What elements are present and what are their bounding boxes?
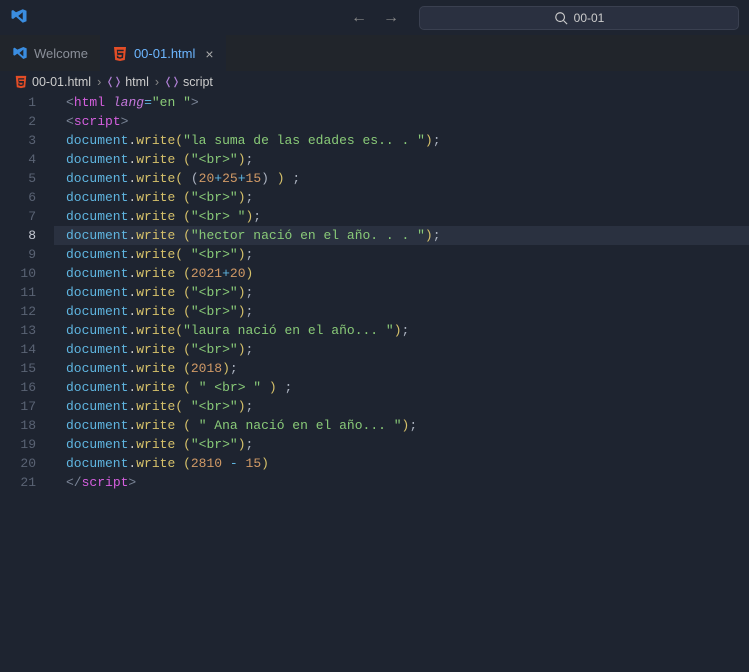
line-number: 4 <box>0 150 36 169</box>
line-number: 2 <box>0 112 36 131</box>
code-line: document.write ( " Ana nació en el año..… <box>66 416 749 435</box>
code-line: document.write (2021+20) <box>66 264 749 283</box>
command-center-search[interactable]: 00-01 <box>419 6 739 30</box>
vscode-icon <box>12 45 28 61</box>
line-number: 6 <box>0 188 36 207</box>
tab-label: Welcome <box>34 46 88 61</box>
search-text: 00-01 <box>574 11 605 25</box>
html5-icon <box>14 75 28 89</box>
code-line: document.write("la suma de las edades es… <box>66 131 749 150</box>
brackets-icon <box>165 75 179 89</box>
code-line: document.write ("<br>"); <box>66 188 749 207</box>
line-number: 21 <box>0 473 36 492</box>
line-number: 18 <box>0 416 36 435</box>
nav-back-icon[interactable]: ← <box>347 7 371 29</box>
editor-tabs: Welcome 00-01.html × <box>0 35 749 71</box>
code-line-current: document.write ("hector nació en el año.… <box>54 226 749 245</box>
line-number-current: 8 <box>0 226 36 245</box>
line-number: 7 <box>0 207 36 226</box>
line-number: 20 <box>0 454 36 473</box>
titlebar: ← → 00-01 <box>0 0 749 35</box>
line-number: 17 <box>0 397 36 416</box>
code-line: document.write ( " <br> " ) ; <box>66 378 749 397</box>
editor[interactable]: 1 2 3 4 5 6 7 8 9 10 11 12 13 14 15 16 1… <box>0 93 749 492</box>
tab-file-active[interactable]: 00-01.html × <box>100 35 226 71</box>
line-number: 15 <box>0 359 36 378</box>
line-number: 3 <box>0 131 36 150</box>
code-line: document.write( "<br>"); <box>66 245 749 264</box>
search-icon <box>554 11 568 25</box>
line-number: 1 <box>0 93 36 112</box>
breadcrumb-file[interactable]: 00-01.html <box>32 75 91 89</box>
code-area[interactable]: <html lang="en "> <script> document.writ… <box>54 93 749 492</box>
code-line: document.write ("<br>"); <box>66 283 749 302</box>
line-number: 12 <box>0 302 36 321</box>
close-icon[interactable]: × <box>205 46 213 62</box>
code-line: document.write ("<br>"); <box>66 435 749 454</box>
code-line: document.write ("<br>"); <box>66 302 749 321</box>
code-line: document.write ("<br>"); <box>66 150 749 169</box>
line-number-gutter: 1 2 3 4 5 6 7 8 9 10 11 12 13 14 15 16 1… <box>0 93 54 492</box>
code-line: document.write ("<br> "); <box>66 207 749 226</box>
line-number: 11 <box>0 283 36 302</box>
breadcrumb-script[interactable]: script <box>183 75 213 89</box>
code-line: document.write("laura nació en el año...… <box>66 321 749 340</box>
line-number: 16 <box>0 378 36 397</box>
line-number: 10 <box>0 264 36 283</box>
code-line: </script> <box>66 473 749 492</box>
breadcrumbs[interactable]: 00-01.html › html › script <box>0 71 749 93</box>
nav-forward-icon[interactable]: → <box>379 7 403 29</box>
code-line: <html lang="en "> <box>66 93 749 112</box>
tab-welcome[interactable]: Welcome <box>0 35 100 71</box>
line-number: 5 <box>0 169 36 188</box>
line-number: 14 <box>0 340 36 359</box>
line-number: 19 <box>0 435 36 454</box>
brackets-icon <box>107 75 121 89</box>
vscode-logo <box>10 7 28 28</box>
tab-label: 00-01.html <box>134 46 195 61</box>
code-line: document.write (2810 - 15) <box>66 454 749 473</box>
code-line: document.write ("<br>"); <box>66 340 749 359</box>
code-line: document.write( (20+25+15) ) ; <box>66 169 749 188</box>
chevron-right-icon: › <box>97 75 101 89</box>
chevron-right-icon: › <box>155 75 159 89</box>
breadcrumb-html[interactable]: html <box>125 75 149 89</box>
code-line: document.write (2018); <box>66 359 749 378</box>
code-line: <script> <box>66 112 749 131</box>
html5-icon <box>112 46 128 62</box>
code-line: document.write( "<br>"); <box>66 397 749 416</box>
line-number: 9 <box>0 245 36 264</box>
line-number: 13 <box>0 321 36 340</box>
